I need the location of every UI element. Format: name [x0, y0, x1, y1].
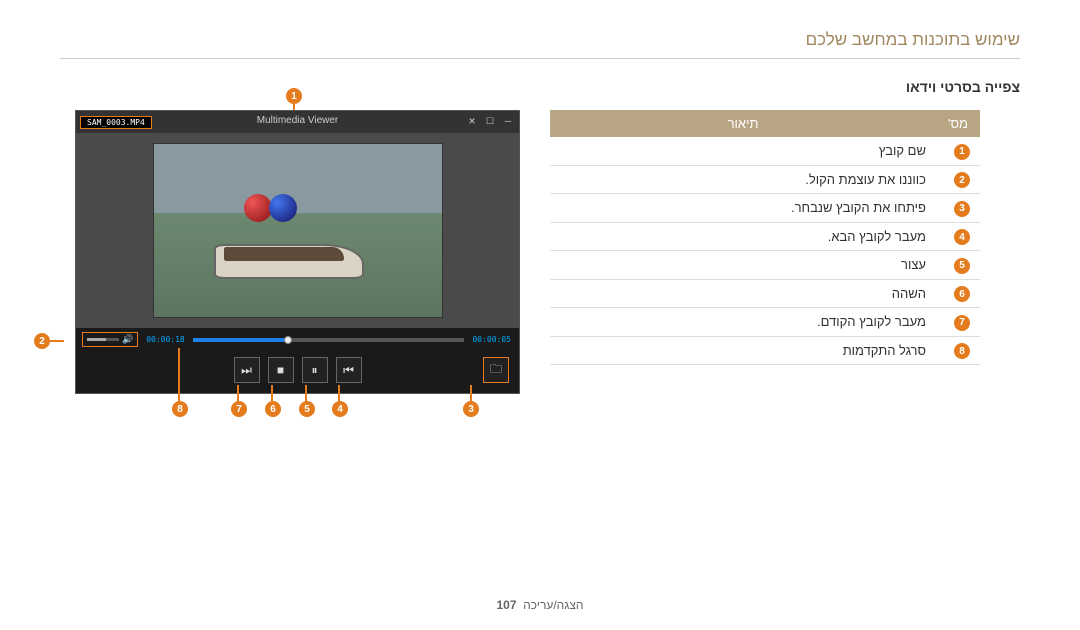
row-num-badge: 5	[954, 258, 970, 274]
boat-shape	[214, 219, 364, 279]
callout-5: 5	[299, 401, 315, 417]
callout-3: 3	[463, 401, 479, 417]
table-row: 6 השהה	[550, 279, 980, 308]
callout-line	[178, 348, 180, 403]
row-desc: מעבר לקובץ הבא.	[550, 222, 936, 251]
row-num-badge: 1	[954, 144, 970, 160]
footer-page: 107	[496, 598, 516, 612]
row-desc: סרגל התקדמות	[550, 336, 936, 365]
next-button[interactable]: ⏭	[234, 357, 260, 383]
table-row: 4 מעבר לקובץ הבא.	[550, 222, 980, 251]
video-filename: SAM_0003.MP4	[80, 116, 152, 129]
callout-1: 1	[286, 88, 302, 104]
page-header: שימוש בתוכנות במחשב שלכם	[60, 30, 1020, 59]
row-desc: עצור	[550, 251, 936, 280]
video-frame	[76, 133, 519, 328]
callout-4: 4	[332, 401, 348, 417]
description-table: מס' תיאור 1 שם קובץ 2 כווננו את עוצמת הק…	[550, 110, 980, 365]
video-window: SAM_0003.MP4 Multimedia Viewer ─ ☐ ✕	[75, 110, 520, 394]
table-head-num: מס'	[936, 110, 980, 137]
pause-button[interactable]: ⏸	[302, 357, 328, 383]
open-folder-button[interactable]: 🗀	[483, 357, 509, 383]
row-desc: שם קובץ	[550, 137, 936, 165]
red-ball	[244, 194, 272, 222]
row-num-badge: 3	[954, 201, 970, 217]
video-player-figure: 1 SAM_0003.MP4 Multimedia Viewer ─ ☐ ✕	[60, 110, 520, 394]
page-footer: הצגה/עריכה 107	[0, 598, 1080, 612]
section-title: צפייה בסרטי וידאו	[60, 79, 1020, 95]
min-icon[interactable]: ─	[501, 116, 515, 128]
video-window-title: Multimedia Viewer	[257, 115, 339, 126]
row-num-badge: 7	[954, 315, 970, 331]
time-current: 00:00:05	[470, 334, 513, 345]
row-num-badge: 8	[954, 343, 970, 359]
table-row: 7 מעבר לקובץ הקודם.	[550, 308, 980, 337]
speaker-icon: 🔊	[122, 334, 133, 345]
row-desc: השהה	[550, 279, 936, 308]
table-row: 2 כווננו את עוצמת הקול.	[550, 165, 980, 194]
row-num-badge: 2	[954, 172, 970, 188]
progress-row: 00:00:05 00:00:18 🔊	[76, 328, 519, 351]
window-buttons: ─ ☐ ✕	[465, 116, 515, 128]
table-row: 1 שם קובץ	[550, 137, 980, 165]
footer-text: הצגה/עריכה	[523, 598, 583, 612]
callout-6: 6	[265, 401, 281, 417]
table-head-desc: תיאור	[550, 110, 936, 137]
description-table-wrap: מס' תיאור 1 שם קובץ 2 כווננו את עוצמת הק…	[550, 110, 980, 365]
row-num-badge: 6	[954, 286, 970, 302]
controls-row: ⏮ ⏸ ■ ⏭ 🗀	[76, 351, 519, 393]
time-total: 00:00:18	[144, 334, 187, 345]
callout-8: 8	[172, 401, 188, 417]
stop-button[interactable]: ■	[268, 357, 294, 383]
progress-handle[interactable]	[284, 336, 292, 344]
row-desc: פיתחו את הקובץ שנבחר.	[550, 194, 936, 223]
row-desc: מעבר לקובץ הקודם.	[550, 308, 936, 337]
close-icon[interactable]: ✕	[465, 116, 479, 128]
row-desc: כווננו את עוצמת הקול.	[550, 165, 936, 194]
video-titlebar: SAM_0003.MP4 Multimedia Viewer ─ ☐ ✕	[76, 111, 519, 133]
callout-7: 7	[231, 401, 247, 417]
table-row: 3 פיתחו את הקובץ שנבחר.	[550, 194, 980, 223]
blue-ball	[269, 194, 297, 222]
table-row: 5 עצור	[550, 251, 980, 280]
callout-line	[50, 340, 64, 342]
table-row: 8 סרגל התקדמות	[550, 336, 980, 365]
max-icon[interactable]: ☐	[483, 116, 497, 128]
progress-bar[interactable]	[193, 338, 465, 342]
volume-bar[interactable]	[87, 338, 119, 341]
video-thumbnail-scene	[153, 143, 443, 318]
callout-2: 2	[34, 333, 50, 349]
prev-button[interactable]: ⏮	[336, 357, 362, 383]
row-num-badge: 4	[954, 229, 970, 245]
volume-control[interactable]: 🔊	[82, 332, 138, 347]
